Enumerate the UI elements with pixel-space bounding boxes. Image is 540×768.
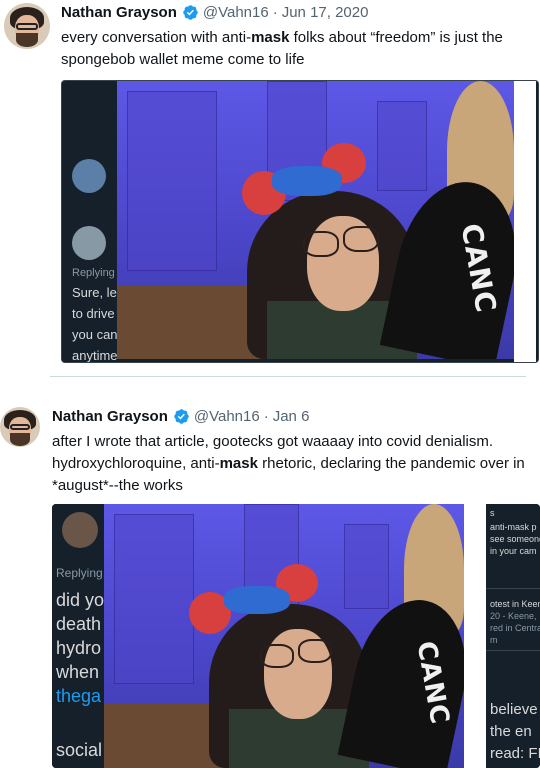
avatar-beard <box>10 433 30 446</box>
tweet-text: after I wrote that article, gootecks got… <box>52 431 532 497</box>
embedded-line: death <box>56 614 102 634</box>
photo-edge <box>464 504 486 768</box>
glasses-right <box>343 226 379 252</box>
embedded-line: did yo <box>56 590 105 610</box>
embedded-screenshot-left: Replying Sure, le to drive you can anyti… <box>62 81 122 362</box>
avatar-icon <box>62 512 98 548</box>
embedded-line: anytime <box>72 348 118 363</box>
card-text: m <box>490 635 498 645</box>
wall-panel <box>377 101 427 191</box>
card-text: believe <box>490 701 538 718</box>
card-text: 20 - Keene, <box>490 611 537 621</box>
tweet[interactable]: Nathan Grayson @Vahn16 · Jan 6 after I w… <box>0 390 540 768</box>
author-avatar[interactable] <box>4 3 50 49</box>
glasses-left <box>260 644 294 668</box>
avatar-beard <box>16 33 38 47</box>
headband-bow <box>224 586 290 614</box>
selfie-photo: CANC <box>117 81 514 359</box>
avatar-glasses <box>10 424 30 430</box>
wall-panel <box>344 524 389 609</box>
wall-panel <box>127 91 217 271</box>
card-text: the en <box>490 723 532 740</box>
tweet-date[interactable]: Jan 6 <box>273 408 310 425</box>
embedded-line: when <box>56 662 100 682</box>
card-text: otest in Keen <box>490 599 540 609</box>
card-text: anti-mask p <box>490 522 537 532</box>
embedded-line: social <box>56 740 103 760</box>
glasses-left <box>303 231 339 257</box>
author-handle[interactable]: @Vahn16 <box>194 408 260 425</box>
card-text: s <box>490 508 495 518</box>
verified-badge-icon <box>173 408 190 425</box>
tweet-date[interactable]: Jun 17, 2020 <box>282 4 369 21</box>
author-name[interactable]: Nathan Grayson <box>52 408 168 425</box>
tweet-text-highlight: mask <box>219 455 258 472</box>
photo-edge <box>514 81 536 362</box>
card-text: see someone <box>490 534 540 544</box>
embedded-card-mid: otest in Keen 20 - Keene, red in Centra … <box>486 588 540 648</box>
tweet-header: Nathan Grayson @Vahn16 · Jan 6 <box>52 408 309 425</box>
default-avatar-icon <box>72 226 106 260</box>
embedded-card-top: s anti-mask p see someone in your cam <box>486 504 540 586</box>
embedded-line: hydro <box>56 638 102 658</box>
verified-badge-icon <box>182 4 199 21</box>
embedded-line: you can <box>72 327 118 342</box>
glasses-right <box>298 639 332 663</box>
embedded-line: Sure, le <box>72 285 117 300</box>
tweet-divider <box>50 376 526 377</box>
author-avatar[interactable] <box>0 407 40 447</box>
card-text: read: FI <box>490 745 540 762</box>
tweet-text: every conversation with anti-mask folks … <box>61 27 531 71</box>
embedded-line: to drive <box>72 306 115 321</box>
card-text: in your cam <box>490 546 537 556</box>
tweet-media[interactable]: Replying Sure, le to drive you can anyti… <box>61 80 539 363</box>
replying-label: Replying <box>56 566 103 580</box>
separator-dot: · <box>263 408 269 425</box>
author-handle[interactable]: @Vahn16 <box>203 4 269 21</box>
replying-label: Replying <box>72 267 115 279</box>
card-text: red in Centra <box>490 623 540 633</box>
tweet[interactable]: Nathan Grayson @Vahn16 · Jun 17, 2020 ev… <box>0 0 540 377</box>
avatar-glasses <box>16 23 38 30</box>
tweet-header: Nathan Grayson @Vahn16 · Jun 17, 2020 <box>61 4 368 21</box>
embedded-screenshot-left: Replying did yo death hydro when thega s… <box>52 504 112 768</box>
avatar-icon <box>72 159 106 193</box>
author-name[interactable]: Nathan Grayson <box>61 4 177 21</box>
separator-dot: · <box>272 4 278 21</box>
embedded-link: thega <box>56 686 102 706</box>
headband-bow <box>272 166 342 196</box>
tweet-text-part: every conversation with anti- <box>61 29 252 46</box>
wall-panel <box>114 514 194 684</box>
tweet-text-highlight: mask <box>251 29 290 46</box>
selfie-photo: CANC <box>104 504 464 768</box>
tweet-media[interactable]: Replying did yo death hydro when thega s… <box>52 504 540 768</box>
embedded-card-bottom: believe the en read: FI <box>486 650 540 768</box>
